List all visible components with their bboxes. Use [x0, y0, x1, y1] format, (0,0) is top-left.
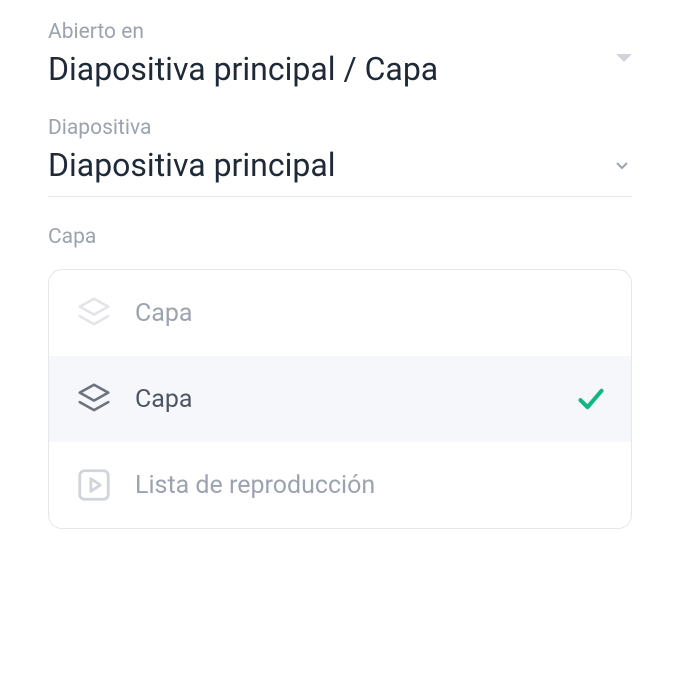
layer-option-capa-0[interactable]: Capa [49, 270, 631, 356]
layer-option-label: Lista de reproducción [135, 471, 605, 500]
check-icon [577, 387, 605, 411]
layer-section: Capa Capa Capa [48, 225, 632, 529]
slide-label: Diapositiva [48, 116, 632, 140]
layer-listbox: Capa Capa Lista de reprod [48, 269, 632, 529]
layers-icon [75, 380, 113, 418]
open-in-label: Abierto en [48, 20, 632, 44]
chevron-down-icon [612, 155, 632, 175]
layers-icon [75, 294, 113, 332]
slide-section: Diapositiva Diapositiva principal [48, 116, 632, 197]
layer-option-capa-1[interactable]: Capa [49, 356, 631, 442]
layer-option-label: Capa [135, 299, 605, 328]
caret-down-icon [616, 54, 632, 62]
slide-selector[interactable]: Diapositiva principal [48, 146, 632, 197]
layer-option-playlist[interactable]: Lista de reproducción [49, 442, 631, 528]
layer-option-label: Capa [135, 385, 555, 414]
open-in-section[interactable]: Abierto en Diapositiva principal / Capa [48, 20, 632, 88]
layer-label: Capa [48, 225, 632, 249]
open-in-value: Diapositiva principal / Capa [48, 50, 632, 88]
slide-value: Diapositiva principal [48, 146, 336, 184]
playlist-icon [75, 466, 113, 504]
